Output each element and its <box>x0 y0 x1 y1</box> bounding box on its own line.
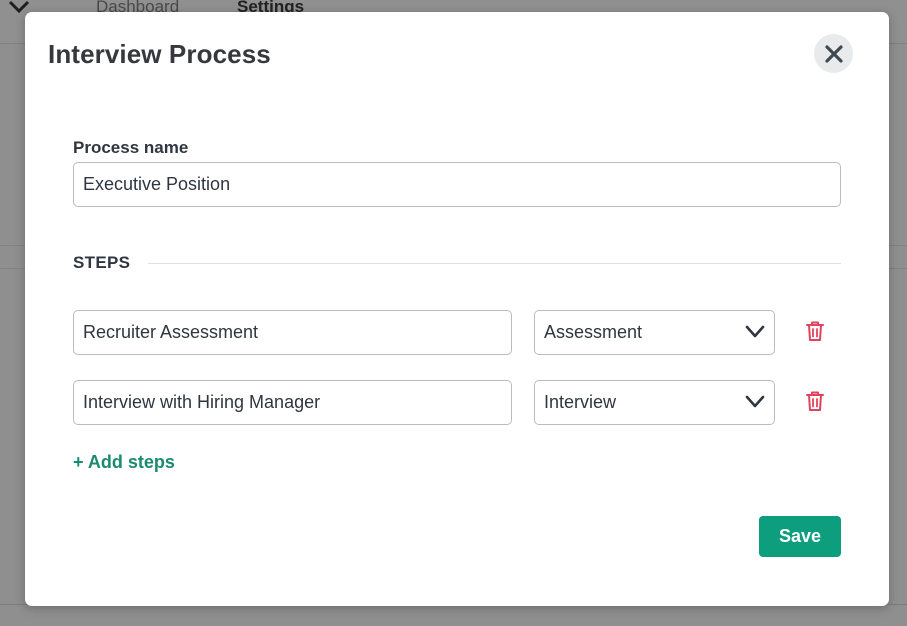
modal-title: Interview Process <box>48 39 271 69</box>
trash-icon[interactable] <box>805 390 825 412</box>
process-name-input[interactable] <box>73 162 841 207</box>
step-name-input[interactable] <box>73 380 512 425</box>
save-button[interactable]: Save <box>759 516 841 557</box>
add-steps-link[interactable]: + Add steps <box>73 452 175 473</box>
chevron-down-icon <box>745 325 765 338</box>
close-button[interactable] <box>814 34 853 73</box>
step-type-value: Assessment <box>544 322 643 342</box>
steps-heading: STEPS <box>73 253 131 272</box>
step-type-select[interactable]: Assessment <box>534 310 775 355</box>
step-type-select[interactable]: Interview <box>534 380 775 425</box>
chevron-down-icon <box>745 395 765 408</box>
trash-icon[interactable] <box>805 320 825 342</box>
interview-process-modal: Interview Process Process name STEPS Ass… <box>25 12 889 606</box>
step-type-value: Interview <box>544 392 617 412</box>
close-icon <box>824 44 843 63</box>
step-name-input[interactable] <box>73 310 512 355</box>
steps-divider <box>148 263 841 264</box>
process-name-label: Process name <box>73 138 189 157</box>
